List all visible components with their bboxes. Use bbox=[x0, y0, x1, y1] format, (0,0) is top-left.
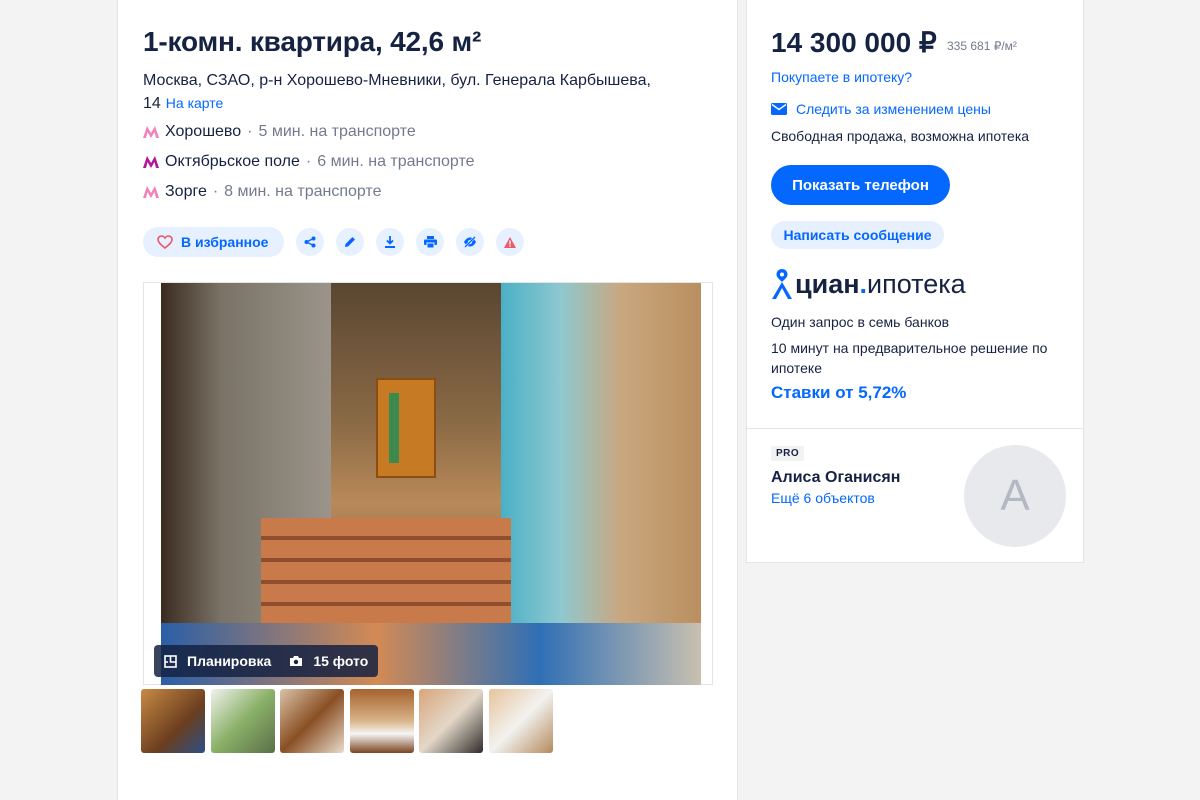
price-section: 14 300 000 ₽ 335 681 ₽/м² Покупаете в ип… bbox=[747, 0, 1083, 429]
floorplan-icon bbox=[164, 654, 177, 668]
favorite-button[interactable]: В избранное bbox=[143, 227, 285, 257]
photo-controls: Планировка 15 фото bbox=[154, 645, 379, 677]
thumbnail[interactable] bbox=[349, 689, 414, 753]
edit-button[interactable] bbox=[336, 228, 365, 256]
print-button[interactable] bbox=[416, 228, 445, 256]
metro-station: Зорге · 8 мин. на транспорте bbox=[143, 181, 381, 203]
track-price-label: Следить за изменением цены bbox=[796, 101, 991, 117]
metro-station: Хорошево · 5 мин. на транспорте bbox=[143, 121, 416, 143]
agent-more-listings-link[interactable]: Ещё 6 объектов bbox=[771, 490, 875, 506]
send-message-button[interactable]: Написать сообщение bbox=[771, 221, 944, 249]
mortgage-brand: циан bbox=[795, 268, 860, 299]
layout-label: Планировка bbox=[187, 653, 272, 669]
mail-icon bbox=[771, 103, 787, 115]
report-button[interactable] bbox=[496, 228, 525, 256]
listing-card: 1-комн. квартира, 42,6 м² Москва, СЗАО, … bbox=[117, 0, 738, 800]
price: 14 300 000 ₽ bbox=[771, 27, 937, 58]
share-button[interactable] bbox=[296, 228, 325, 256]
download-button[interactable] bbox=[376, 228, 405, 256]
metro-time: 6 мин. на транспорте bbox=[317, 153, 475, 170]
mortgage-rates-link[interactable]: Ставки от 5,72% bbox=[771, 383, 906, 403]
metro-icon bbox=[143, 186, 159, 198]
layout-button[interactable]: Планировка bbox=[164, 653, 271, 669]
agent-section: PRO Алиса Оганисян Ещё 6 объектов А bbox=[747, 429, 1083, 562]
main-photo[interactable] bbox=[161, 283, 701, 685]
photo-gallery: Планировка 15 фото bbox=[143, 282, 713, 685]
print-icon bbox=[423, 236, 437, 248]
metro-name: Хорошево bbox=[165, 123, 242, 140]
thumbnail[interactable] bbox=[488, 689, 553, 753]
hide-button[interactable] bbox=[456, 228, 485, 256]
metro-name: Зорге bbox=[165, 183, 207, 200]
pro-badge: PRO bbox=[771, 446, 805, 461]
agent-name[interactable]: Алиса Оганисян bbox=[771, 469, 900, 487]
thumbnail[interactable] bbox=[210, 689, 275, 753]
photos-count-button[interactable]: 15 фото bbox=[289, 653, 368, 669]
listing-address: Москва, СЗАО, р-н Хорошево-Мневники, бул… bbox=[143, 69, 663, 115]
track-price-link[interactable]: Следить за изменением цены bbox=[771, 101, 991, 117]
sale-type: Свободная продажа, возможна ипотека bbox=[771, 128, 1030, 144]
mortgage-product: ипотека bbox=[867, 268, 966, 299]
photos-count: 15 фото bbox=[313, 653, 369, 669]
action-bar: В избранное bbox=[143, 227, 525, 257]
metro-time: 5 мин. на транспорте bbox=[258, 123, 416, 140]
thumbnail[interactable] bbox=[280, 689, 344, 753]
share-icon bbox=[304, 236, 316, 248]
listing-title: 1-комн. квартира, 42,6 м² bbox=[143, 26, 482, 57]
report-icon bbox=[504, 236, 517, 248]
cian-mortgage-logo: циан. ипотека bbox=[771, 266, 966, 302]
thumbnail-strip bbox=[141, 689, 558, 753]
metro-station: Октябрьское поле · 6 мин. на транспорте bbox=[143, 151, 475, 173]
metro-time: 8 мин. на транспорте bbox=[224, 183, 382, 200]
metro-name: Октябрьское поле bbox=[165, 153, 300, 170]
mortgage-info-2: 10 минут на предварительное решение по и… bbox=[771, 340, 1048, 376]
price-per-m2: 335 681 ₽/м² bbox=[947, 39, 1017, 53]
price-sidebar: 14 300 000 ₽ 335 681 ₽/м² Покупаете в ип… bbox=[746, 0, 1084, 563]
hide-icon bbox=[464, 236, 477, 248]
show-phone-button[interactable]: Показать телефон bbox=[771, 165, 950, 205]
thumbnail[interactable] bbox=[141, 689, 205, 753]
avatar[interactable]: А bbox=[964, 445, 1066, 547]
camera-icon bbox=[290, 656, 303, 666]
favorite-label: В избранное bbox=[181, 234, 269, 250]
metro-icon bbox=[143, 156, 159, 168]
edit-icon bbox=[345, 237, 356, 247]
mortgage-question-link[interactable]: Покупаете в ипотеку? bbox=[771, 69, 912, 85]
mortgage-info-1: Один запрос в семь банков bbox=[771, 314, 950, 330]
cian-logo-icon bbox=[772, 269, 792, 299]
thumbnail[interactable] bbox=[419, 689, 483, 753]
metro-icon bbox=[143, 126, 159, 138]
heart-icon bbox=[157, 235, 173, 249]
map-link[interactable]: На карте bbox=[166, 95, 224, 111]
download-icon bbox=[385, 236, 396, 248]
